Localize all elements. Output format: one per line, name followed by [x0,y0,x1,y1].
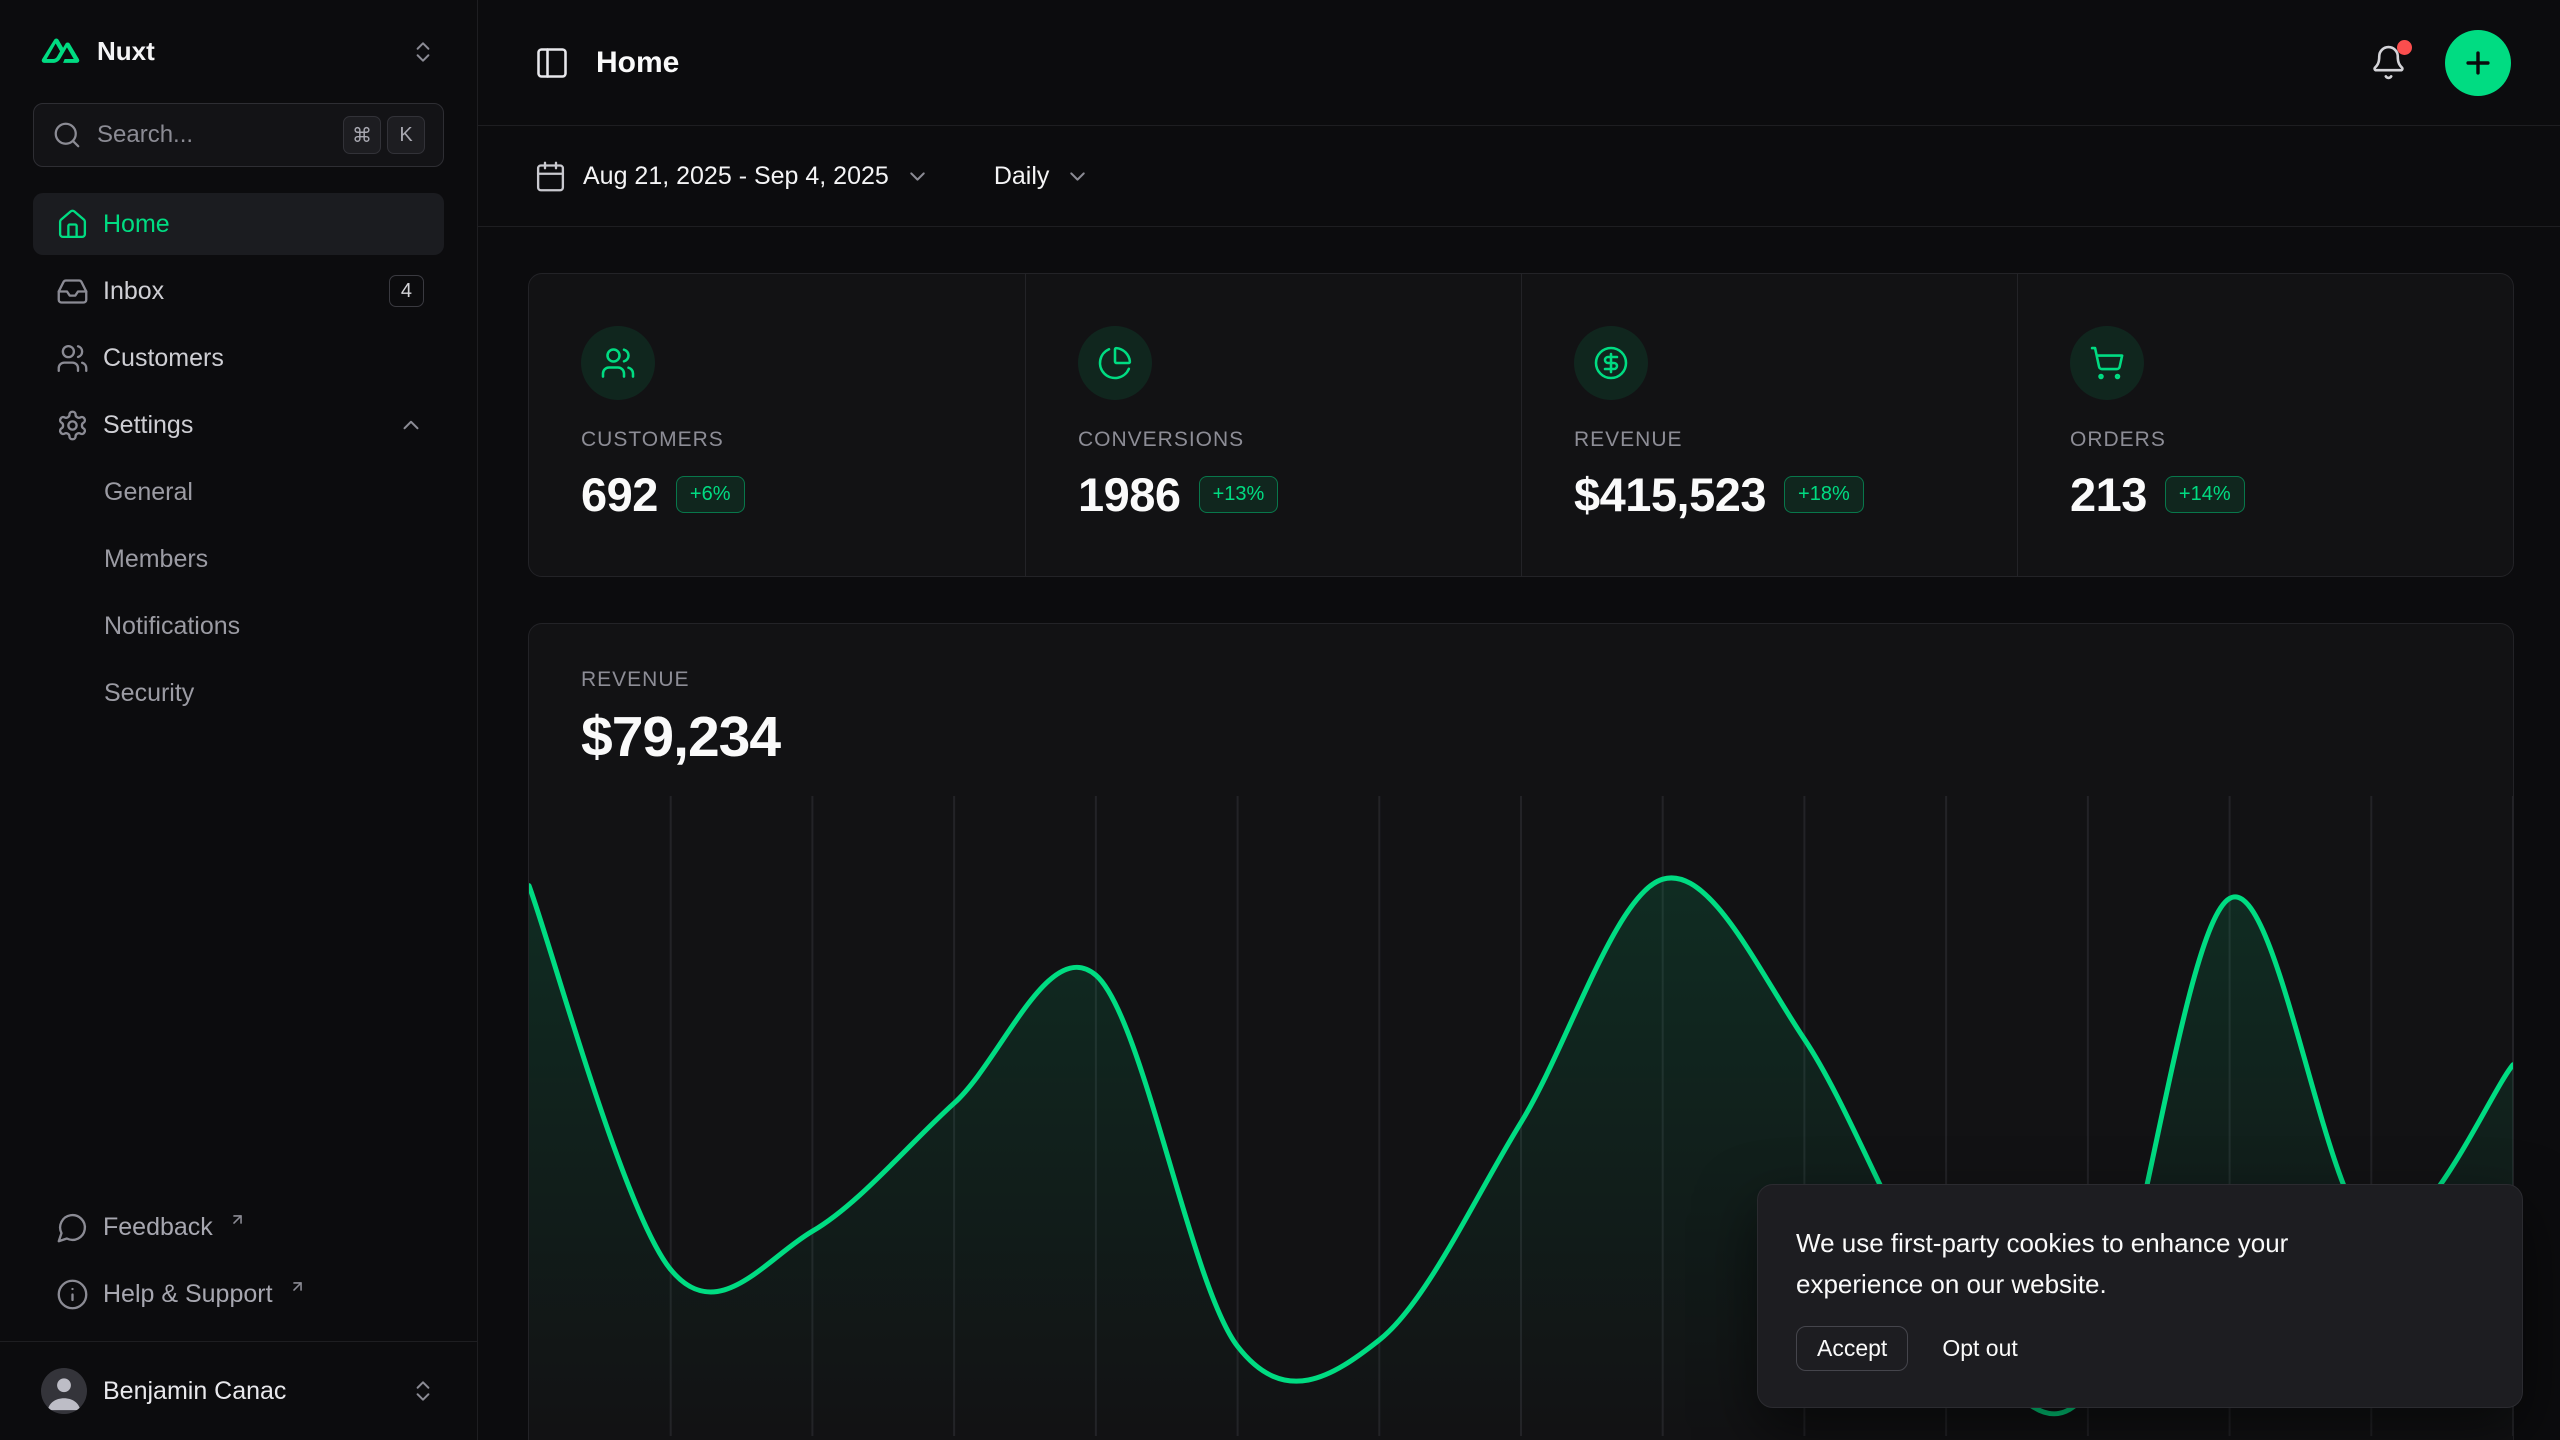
cookie-message: We use first-party cookies to enhance yo… [1796,1223,2376,1304]
stat-card-revenue[interactable]: REVENUE $415,523 +18% [1521,274,2017,576]
sidebar-item-inbox[interactable]: Inbox 4 [33,260,444,322]
stat-delta-badge: +13% [1199,476,1279,513]
date-range-picker[interactable]: Aug 21, 2025 - Sep 4, 2025 [534,160,930,193]
avatar [41,1368,87,1414]
revenue-card-value: $79,234 [581,704,2461,770]
shopping-cart-icon [2070,326,2144,400]
search-placeholder: Search... [97,121,193,149]
nav-label-customers: Customers [103,344,224,373]
info-circle-icon [56,1278,89,1311]
chevron-down-icon [905,164,930,189]
sidebar-item-notifications[interactable]: Notifications [33,595,444,657]
nav-label-notifications: Notifications [104,612,240,641]
search-input[interactable]: Search... ⌘ K [33,103,444,167]
chevron-up-icon [398,412,424,438]
message-bubble-icon [56,1211,89,1244]
sidebar-top: Nuxt Search... ⌘ K [0,0,477,724]
chevrons-up-down-icon [410,1378,436,1404]
nuxt-logo-icon [41,38,80,65]
notification-dot [2397,40,2412,55]
kbd-k: K [387,116,425,154]
sidebar-item-home[interactable]: Home [33,193,444,255]
users-icon [56,342,89,375]
stat-card-customers[interactable]: CUSTOMERS 692 +6% [529,274,1025,576]
nav-label-general: General [104,478,193,507]
stat-value: $415,523 [1574,467,1766,522]
sidebar-user-section: Benjamin Canac [0,1341,477,1440]
user-name: Benjamin Canac [103,1377,286,1406]
dollar-circle-icon [1574,326,1648,400]
page-title: Home [596,46,679,80]
period-label: Daily [994,162,1050,191]
chevrons-up-down-icon [410,39,436,65]
sidebar-item-help-support[interactable]: Help & Support [33,1263,444,1325]
sidebar-item-customers[interactable]: Customers [33,327,444,389]
page-header: Home [478,0,2560,126]
external-link-icon [229,1211,246,1228]
stats-cards: CUSTOMERS 692 +6% CONVERSIONS 1986 +13% [528,273,2514,577]
accept-button[interactable]: Accept [1796,1326,1908,1371]
sidebar: Nuxt Search... ⌘ K [0,0,478,1440]
stat-label: CUSTOMERS [581,428,973,452]
stat-card-orders[interactable]: ORDERS 213 +14% [2017,274,2513,576]
nav-label-members: Members [104,545,208,574]
opt-out-button[interactable]: Opt out [1942,1335,2017,1362]
cookie-consent-toast: We use first-party cookies to enhance yo… [1757,1184,2523,1408]
workspace-picker[interactable]: Nuxt [33,26,444,77]
stat-value: 213 [2070,467,2147,522]
user-menu-button[interactable]: Benjamin Canac [33,1360,444,1422]
stat-delta-badge: +6% [676,476,745,513]
stat-label: CONVERSIONS [1078,428,1469,452]
external-link-icon [289,1278,306,1295]
search-icon [52,120,82,150]
stat-value: 692 [581,467,658,522]
pie-chart-icon [1078,326,1152,400]
date-range-label: Aug 21, 2025 - Sep 4, 2025 [583,162,889,191]
sidebar-toggle-button[interactable] [534,45,570,81]
notifications-button[interactable] [2362,36,2415,89]
stat-delta-badge: +18% [1784,476,1864,513]
sidebar-item-security[interactable]: Security [33,662,444,724]
chevron-down-icon [1065,164,1090,189]
sidebar-item-members[interactable]: Members [33,528,444,590]
nav-label-feedback: Feedback [103,1213,213,1242]
nav-label-help-support: Help & Support [103,1280,273,1309]
kbd-cmd: ⌘ [343,116,381,154]
plus-icon [2461,46,2495,80]
inbox-icon [56,275,89,308]
sidebar-footer: Feedback Help & Support [0,1196,477,1341]
nav-label-settings: Settings [103,411,193,440]
inbox-count-badge: 4 [389,275,424,307]
search-kbd-shortcuts: ⌘ K [343,116,425,154]
home-icon [56,208,89,241]
sidebar-nav: Home Inbox 4 Customers [33,193,444,724]
nav-label-home: Home [103,210,170,239]
nav-label-inbox: Inbox [103,277,164,306]
calendar-icon [534,160,567,193]
add-button[interactable] [2445,30,2511,96]
stat-value: 1986 [1078,467,1181,522]
gear-icon [56,409,89,442]
nav-label-security: Security [104,679,194,708]
stat-label: REVENUE [1574,428,1965,452]
period-select[interactable]: Daily [994,162,1091,191]
settings-subnav: General Members Notifications Security [33,461,444,724]
sidebar-item-feedback[interactable]: Feedback [33,1196,444,1258]
stat-delta-badge: +14% [2165,476,2245,513]
stat-label: ORDERS [2070,428,2461,452]
users-icon [581,326,655,400]
stat-card-conversions[interactable]: CONVERSIONS 1986 +13% [1025,274,1521,576]
sidebar-item-settings[interactable]: Settings [33,394,444,456]
workspace-name: Nuxt [97,36,155,67]
filters-toolbar: Aug 21, 2025 - Sep 4, 2025 Daily [478,126,2560,227]
revenue-card-label: REVENUE [581,668,2461,692]
sidebar-item-general[interactable]: General [33,461,444,523]
